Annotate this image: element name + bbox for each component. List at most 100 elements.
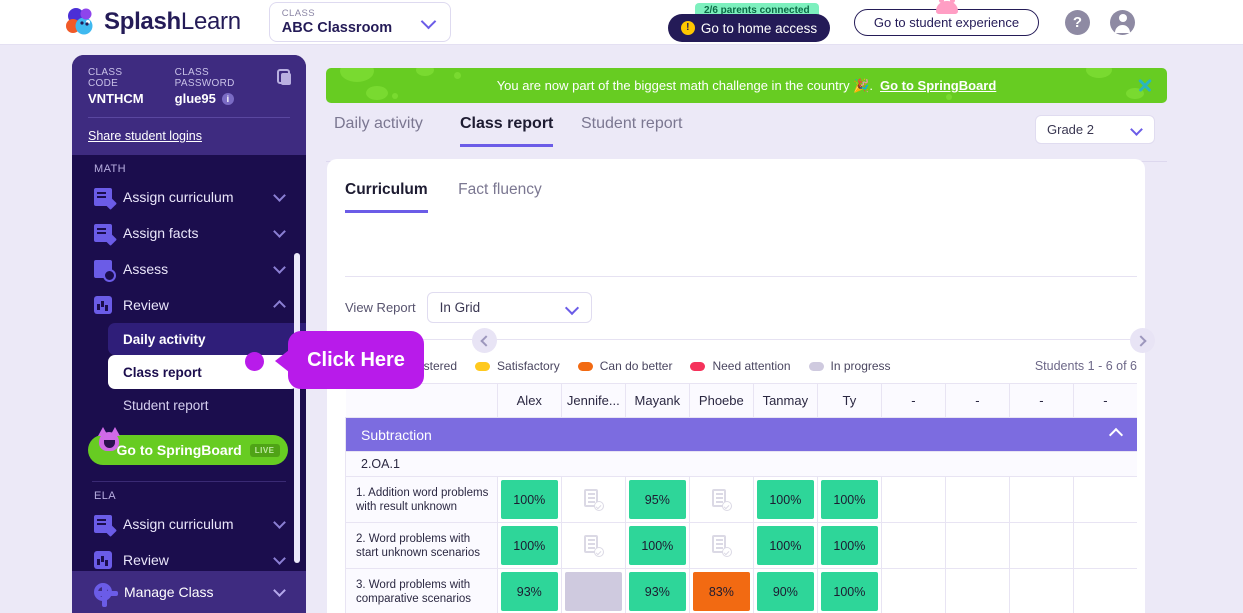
header-student-5[interactable]: Ty [817, 384, 881, 418]
header-student-6: - [881, 384, 945, 418]
promo-banner-link[interactable]: Go to SpringBoard [880, 78, 996, 93]
go-to-home-access-label: Go to home access [701, 21, 817, 36]
tab-daily-activity[interactable]: Daily activity [334, 115, 423, 144]
sidebar-item-label: Assign facts [123, 225, 275, 241]
sidebar-section-ela: ELA [72, 482, 306, 506]
score-chip [949, 480, 1006, 519]
table-row: 2. Word problems with start unknown scen… [346, 523, 1138, 569]
legend-swatch [809, 362, 824, 371]
review-icon [94, 551, 112, 569]
class-selector-value: ABC Classroom [282, 20, 438, 37]
close-icon[interactable] [1137, 77, 1153, 93]
score-cell[interactable]: 100% [817, 569, 881, 613]
sidebar-item-math-review[interactable]: Review [72, 287, 306, 323]
standard-label: 2.OA.1 [346, 452, 1138, 477]
score-cell[interactable]: 93% [497, 569, 561, 613]
go-to-home-access-button[interactable]: ! Go to home access [668, 14, 830, 42]
score-chip: 100% [821, 480, 878, 519]
class-selector-label: CLASS [282, 8, 438, 20]
score-chip [1013, 526, 1070, 565]
score-cell[interactable] [561, 477, 625, 523]
student-experience-group: Go to student experience [854, 9, 1039, 36]
sidebar-item-math-assign-facts[interactable]: Assign facts [72, 215, 306, 251]
review-icon [94, 296, 112, 314]
chevron-up-icon [273, 300, 286, 313]
score-cell[interactable]: 100% [817, 523, 881, 569]
sidebar-item-class-report[interactable]: Class report [108, 355, 298, 389]
report-grid-wrapper: Alex Jennife... Mayank Phoebe Tanmay Ty … [345, 383, 1137, 613]
header-student-1[interactable]: Jennife... [561, 384, 625, 418]
class-selector[interactable]: CLASS ABC Classroom [269, 2, 451, 42]
domain-row[interactable]: Subtraction [346, 418, 1138, 452]
click-here-label: Click Here [307, 349, 405, 372]
score-cell[interactable]: 100% [625, 523, 689, 569]
score-cell[interactable]: 100% [497, 477, 561, 523]
score-cell[interactable]: 93% [625, 569, 689, 613]
legend-label: In progress [831, 359, 891, 373]
class-password-value-wrap: glue95 i [175, 91, 268, 106]
monster-icon [96, 427, 122, 453]
score-chip: 93% [501, 572, 558, 611]
score-cell[interactable] [689, 523, 753, 569]
manage-class-button[interactable]: Manage Class [72, 571, 306, 613]
chevron-down-icon [1130, 123, 1143, 136]
sidebar-item-student-report[interactable]: Student report [108, 389, 306, 421]
info-icon[interactable]: i [222, 93, 234, 105]
score-cell[interactable]: 100% [753, 477, 817, 523]
report-grid-head: Alex Jennife... Mayank Phoebe Tanmay Ty … [346, 384, 1138, 418]
class-code-value: VNTHCM [88, 91, 153, 106]
sidebar-class-info: CLASS CODE VNTHCM CLASS PASSWORD glue95 … [72, 55, 306, 155]
score-chip [885, 480, 942, 519]
live-badge: LIVE [250, 444, 280, 457]
avatar-head [1119, 14, 1127, 22]
sidebar-item-math-assess[interactable]: Assess [72, 251, 306, 287]
tab-class-report[interactable]: Class report [460, 115, 553, 147]
chevron-up-icon[interactable] [1109, 428, 1123, 442]
sidebar-item-math-assign-curriculum[interactable]: Assign curriculum [72, 179, 306, 215]
sidebar-scrollbar[interactable] [294, 253, 300, 563]
view-report-select[interactable]: In Grid [427, 292, 592, 323]
score-chip: 100% [757, 480, 814, 519]
manage-class-label: Manage Class [124, 584, 275, 600]
tab-student-report[interactable]: Student report [581, 115, 682, 144]
score-cell[interactable]: 100% [753, 523, 817, 569]
chevron-left-icon [480, 335, 491, 346]
pager-prev-button[interactable] [472, 328, 497, 353]
score-chip: 83% [693, 572, 750, 611]
score-cell[interactable]: 100% [497, 523, 561, 569]
class-credentials: CLASS CODE VNTHCM CLASS PASSWORD glue95 … [88, 67, 290, 106]
class-password-value: glue95 [175, 91, 216, 106]
callout-dot [245, 352, 264, 371]
header-student-4[interactable]: Tanmay [753, 384, 817, 418]
go-to-springboard-button[interactable]: Go to SpringBoard LIVE [88, 435, 288, 465]
sidebar-item-label: Assign curriculum [123, 189, 275, 205]
score-cell[interactable] [561, 523, 625, 569]
splashlearn-logo[interactable]: SplashLearn [64, 7, 241, 37]
score-cell[interactable]: 95% [625, 477, 689, 523]
legend-item-can-do-better: Can do better [578, 359, 673, 373]
header-student-3[interactable]: Phoebe [689, 384, 753, 418]
grade-selector[interactable]: Grade 2 [1035, 115, 1155, 144]
assigned-not-started-icon [565, 480, 622, 519]
score-cell[interactable]: 100% [817, 477, 881, 523]
score-chip [949, 526, 1006, 565]
score-cell[interactable]: 83% [689, 569, 753, 613]
pager-next-button[interactable] [1130, 328, 1155, 353]
avatar-body [1115, 25, 1130, 33]
score-cell[interactable]: 90% [753, 569, 817, 613]
header-student-2[interactable]: Mayank [625, 384, 689, 418]
class-code-block: CLASS CODE VNTHCM [88, 67, 153, 106]
copy-icon[interactable] [277, 69, 290, 84]
share-student-logins-link[interactable]: Share student logins [88, 129, 202, 143]
help-icon[interactable]: ? [1065, 10, 1090, 35]
sidebar-item-label: Review [123, 552, 275, 568]
account-icon[interactable] [1110, 10, 1135, 35]
score-chip [1013, 572, 1070, 611]
score-cell [881, 477, 945, 523]
header-student-0[interactable]: Alex [497, 384, 561, 418]
sidebar-item-ela-assign-curriculum[interactable]: Assign curriculum [72, 506, 306, 542]
tab-fact-fluency[interactable]: Fact fluency [458, 181, 542, 210]
score-cell[interactable] [561, 569, 625, 613]
score-cell[interactable] [689, 477, 753, 523]
tab-curriculum[interactable]: Curriculum [345, 181, 428, 213]
